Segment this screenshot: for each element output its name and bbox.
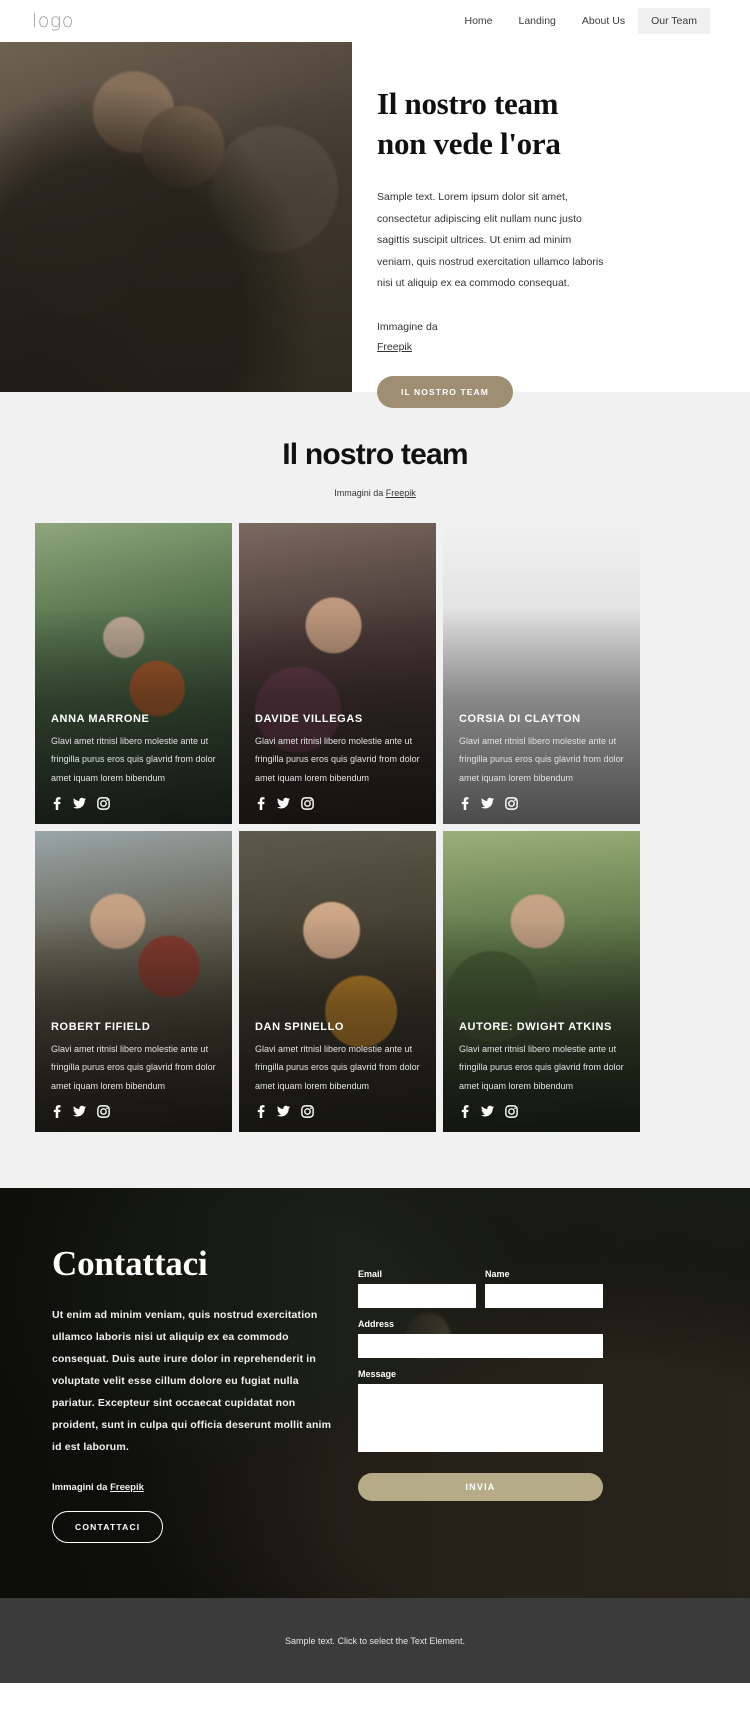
site-header: logo Home Landing About Us Our Team bbox=[0, 0, 750, 42]
instagram-icon[interactable] bbox=[301, 797, 314, 810]
facebook-icon[interactable] bbox=[51, 1105, 62, 1118]
hero-cta-button[interactable]: IL NOSTRO TEAM bbox=[377, 375, 513, 408]
team-member-name: DAN SPINELLO bbox=[255, 1020, 345, 1033]
hero-credit: Immagine da Freepik bbox=[377, 317, 695, 358]
contact-credit-prefix: Immagini da bbox=[52, 1482, 111, 1494]
name-label: Name bbox=[485, 1269, 510, 1279]
team-member-name: ANNA MARRONE bbox=[51, 712, 150, 725]
team-grid: ANNA MARRONE Glavi amet ritnisl libero m… bbox=[0, 523, 750, 1132]
contact-section: Contattaci Ut enim ad minim veniam, quis… bbox=[0, 1188, 750, 1598]
instagram-icon[interactable] bbox=[505, 797, 518, 810]
team-card[interactable]: AUTORE: DWIGHT ATKINS Glavi amet ritnisl… bbox=[443, 831, 640, 1132]
form-group-address: Address bbox=[358, 1319, 603, 1358]
facebook-icon[interactable] bbox=[255, 1105, 266, 1118]
nav-item-home[interactable]: Home bbox=[451, 8, 505, 34]
email-label: Email bbox=[358, 1269, 383, 1279]
team-member-description: Glavi amet ritnisl libero molestie ante … bbox=[51, 1043, 216, 1091]
logo[interactable]: logo bbox=[32, 10, 74, 32]
instagram-icon[interactable] bbox=[505, 1105, 518, 1118]
team-section: Il nostro team Immagini da Freepik ANNA … bbox=[0, 392, 750, 1188]
team-member-name: CORSIA DI CLAYTON bbox=[459, 712, 581, 725]
main-navigation: Home Landing About Us Our Team bbox=[451, 8, 710, 34]
team-member-description: Glavi amet ritnisl libero molestie ante … bbox=[255, 735, 420, 783]
team-card-body: ROBERT FIFIELD Glavi amet ritnisl libero… bbox=[51, 1021, 222, 1118]
team-member-description: Glavi amet ritnisl libero molestie ante … bbox=[459, 735, 624, 783]
submit-button[interactable]: INVIA bbox=[358, 1473, 603, 1501]
social-links bbox=[255, 1105, 426, 1118]
contact-credit-link[interactable]: Freepik bbox=[110, 1482, 144, 1493]
team-subtitle-link[interactable]: Freepik bbox=[386, 488, 416, 498]
instagram-icon[interactable] bbox=[97, 1105, 110, 1118]
form-group-message: Message bbox=[358, 1369, 603, 1457]
footer-text[interactable]: Sample text. Click to select the Text El… bbox=[285, 1636, 465, 1646]
hero-title: Il nostro team non vede l'ora bbox=[377, 84, 695, 163]
name-field[interactable] bbox=[485, 1284, 603, 1308]
facebook-icon[interactable] bbox=[459, 1105, 470, 1118]
team-card[interactable]: DAVIDE VILLEGAS Glavi amet ritnisl liber… bbox=[239, 523, 436, 824]
instagram-icon[interactable] bbox=[97, 797, 110, 810]
social-links bbox=[459, 797, 630, 810]
team-card[interactable]: ROBERT FIFIELD Glavi amet ritnisl libero… bbox=[35, 831, 232, 1132]
contact-form: Email Name Address Message INVIA bbox=[358, 1244, 603, 1543]
twitter-icon[interactable] bbox=[277, 1105, 290, 1118]
hero-paragraph: Sample text. Lorem ipsum dolor sit amet,… bbox=[377, 191, 604, 290]
team-member-name: AUTORE: DWIGHT ATKINS bbox=[459, 1020, 612, 1033]
twitter-icon[interactable] bbox=[277, 797, 290, 810]
facebook-icon[interactable] bbox=[459, 797, 470, 810]
team-card[interactable]: ANNA MARRONE Glavi amet ritnisl libero m… bbox=[35, 523, 232, 824]
twitter-icon[interactable] bbox=[481, 1105, 494, 1118]
form-group-email: Email bbox=[358, 1269, 476, 1308]
site-footer: Sample text. Click to select the Text El… bbox=[0, 1598, 750, 1683]
team-card-body: ANNA MARRONE Glavi amet ritnisl libero m… bbox=[51, 713, 222, 810]
nav-item-about-us[interactable]: About Us bbox=[569, 8, 638, 34]
team-member-description: Glavi amet ritnisl libero molestie ante … bbox=[51, 735, 216, 783]
address-label: Address bbox=[358, 1319, 395, 1329]
twitter-icon[interactable] bbox=[73, 797, 86, 810]
hero-credit-prefix: Immagine da bbox=[377, 320, 438, 333]
social-links bbox=[255, 797, 426, 810]
social-links bbox=[51, 797, 222, 810]
contact-title: Contattaci bbox=[52, 1244, 208, 1283]
hero-section: Il nostro team non vede l'ora Sample tex… bbox=[0, 42, 750, 408]
contact-content: Contattaci Ut enim ad minim veniam, quis… bbox=[0, 1188, 750, 1544]
message-field[interactable] bbox=[358, 1384, 603, 1452]
nav-item-landing[interactable]: Landing bbox=[506, 8, 569, 34]
team-subtitle: Immagini da Freepik bbox=[0, 488, 750, 498]
nav-item-our-team[interactable]: Our Team bbox=[638, 8, 710, 34]
facebook-icon[interactable] bbox=[51, 797, 62, 810]
social-links bbox=[459, 1105, 630, 1118]
facebook-icon[interactable] bbox=[255, 797, 266, 810]
contact-credit: Immagini da Freepik bbox=[52, 1482, 338, 1493]
team-card-body: DAVIDE VILLEGAS Glavi amet ritnisl liber… bbox=[255, 713, 426, 810]
hero-credit-link[interactable]: Freepik bbox=[377, 341, 412, 353]
team-title: Il nostro team bbox=[282, 438, 468, 471]
email-field[interactable] bbox=[358, 1284, 476, 1308]
team-card-body: AUTORE: DWIGHT ATKINS Glavi amet ritnisl… bbox=[459, 1021, 630, 1118]
hero-content: Il nostro team non vede l'ora Sample tex… bbox=[352, 42, 750, 408]
contact-cta-button[interactable]: CONTATTACI bbox=[52, 1511, 164, 1544]
twitter-icon[interactable] bbox=[73, 1105, 86, 1118]
team-card[interactable]: CORSIA DI CLAYTON Glavi amet ritnisl lib… bbox=[443, 523, 640, 824]
team-member-name: DAVIDE VILLEGAS bbox=[255, 712, 363, 725]
message-label: Message bbox=[358, 1369, 397, 1379]
twitter-icon[interactable] bbox=[481, 797, 494, 810]
social-links bbox=[51, 1105, 222, 1118]
hero-image-overlay bbox=[0, 42, 352, 392]
team-card[interactable]: DAN SPINELLO Glavi amet ritnisl libero m… bbox=[239, 831, 436, 1132]
team-member-description: Glavi amet ritnisl libero molestie ante … bbox=[459, 1043, 624, 1091]
address-field[interactable] bbox=[358, 1334, 603, 1358]
instagram-icon[interactable] bbox=[301, 1105, 314, 1118]
team-member-name: ROBERT FIFIELD bbox=[51, 1020, 151, 1033]
hero-image bbox=[0, 42, 352, 392]
team-member-description: Glavi amet ritnisl libero molestie ante … bbox=[255, 1043, 420, 1091]
team-card-body: CORSIA DI CLAYTON Glavi amet ritnisl lib… bbox=[459, 713, 630, 810]
hero-title-line-2: non vede l'ora bbox=[377, 125, 561, 161]
hero-title-line-1: Il nostro team bbox=[377, 86, 559, 121]
team-card-body: DAN SPINELLO Glavi amet ritnisl libero m… bbox=[255, 1021, 426, 1118]
contact-paragraph: Ut enim ad minim veniam, quis nostrud ex… bbox=[52, 1309, 332, 1454]
form-row-email-name: Email Name bbox=[358, 1269, 603, 1319]
team-subtitle-prefix: Immagini da bbox=[334, 488, 386, 498]
form-group-name: Name bbox=[485, 1269, 603, 1308]
contact-left-column: Contattaci Ut enim ad minim veniam, quis… bbox=[52, 1244, 338, 1544]
